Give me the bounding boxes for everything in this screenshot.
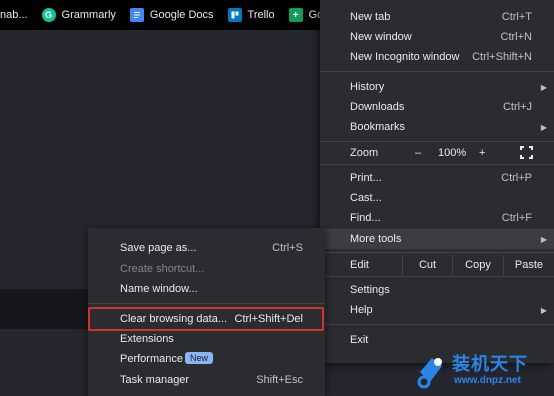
bookmark-label: nab...: [0, 9, 28, 21]
menu-label: Downloads: [350, 101, 405, 113]
menu-shortcut: Ctrl+Shift+N: [472, 51, 532, 63]
menu-label: Exit: [350, 334, 369, 346]
menu-print[interactable]: Print... Ctrl+P: [320, 168, 554, 188]
menu-divider: [320, 276, 554, 277]
menu-shortcut: Shift+Esc: [256, 374, 303, 386]
menu-label: History: [350, 81, 385, 93]
menu-label: More tools: [350, 233, 402, 245]
menu-new-incognito-window[interactable]: New Incognito window Ctrl+Shift+N: [320, 47, 554, 67]
menu-more-tools[interactable]: More tools ▶: [320, 229, 554, 249]
menu-shortcut: Ctrl+N: [500, 31, 532, 43]
menu-label: Clear browsing data...: [120, 313, 227, 325]
submenu-performance[interactable]: Performance New: [88, 349, 325, 369]
menu-help[interactable]: Help ▶: [320, 300, 554, 320]
menu-shortcut: Ctrl+P: [501, 172, 532, 184]
menu-shortcut: Ctrl+J: [502, 101, 532, 113]
submenu-clear-browsing-data[interactable]: Clear browsing data... Ctrl+Shift+Del: [88, 307, 325, 331]
menu-label: New tab: [350, 11, 391, 23]
menu-settings[interactable]: Settings: [320, 280, 554, 300]
chevron-right-icon: ▶: [540, 234, 547, 244]
menu-label: New Incognito window: [350, 51, 460, 63]
watermark-url: www.dnpz.net: [454, 375, 521, 386]
new-badge: New: [185, 352, 214, 364]
zoom-out-button[interactable]: –: [415, 147, 421, 159]
menu-cast[interactable]: Cast...: [320, 188, 554, 208]
menu-label: Bookmarks: [350, 121, 406, 133]
zoom-in-button[interactable]: +: [479, 147, 485, 159]
menu-divider: [320, 164, 554, 165]
menu-zoom-row: Zoom – 100% +: [320, 143, 554, 163]
fullscreen-icon[interactable]: [520, 146, 533, 159]
submenu-task-manager[interactable]: Task manager Shift+Esc: [88, 370, 325, 390]
menu-new-window[interactable]: New window Ctrl+N: [320, 27, 554, 47]
bookmark-partial[interactable]: nab...: [0, 0, 35, 30]
copy-button[interactable]: Copy: [452, 255, 503, 275]
submenu-create-shortcut: Create shortcut...: [88, 259, 325, 279]
menu-new-tab[interactable]: New tab Ctrl+T: [320, 7, 554, 27]
bookmark-label: Grammarly: [61, 9, 116, 21]
menu-divider: [88, 303, 325, 304]
chrome-main-menu: New tab Ctrl+T New window Ctrl+N New Inc…: [320, 0, 554, 363]
menu-label: Cast...: [350, 192, 382, 204]
site-watermark: 装机天下 www.dnpz.net: [414, 350, 554, 396]
chevron-right-icon: ▶: [540, 122, 547, 132]
menu-edit-row: Edit Cut Copy Paste: [320, 255, 554, 275]
menu-label: New window: [350, 31, 412, 43]
more-tools-submenu: Save page as... Ctrl+S Create shortcut..…: [88, 228, 325, 396]
menu-label: Name window...: [120, 283, 198, 295]
menu-label: Edit: [350, 259, 369, 271]
menu-shortcut: Ctrl+T: [501, 11, 532, 23]
menu-label: Print...: [350, 172, 382, 184]
google-sheets-icon: +: [288, 8, 303, 22]
menu-label: Find...: [350, 212, 381, 224]
cut-button[interactable]: Cut: [402, 255, 452, 275]
menu-label: Create shortcut...: [120, 263, 205, 275]
bookmark-label: Google Docs: [149, 9, 214, 21]
trello-icon: [227, 8, 242, 22]
menu-divider: [320, 141, 554, 142]
chevron-right-icon: ▶: [540, 82, 547, 92]
menu-label: Zoom: [350, 147, 379, 159]
bookmark-google-docs[interactable]: Google Docs: [123, 0, 221, 30]
menu-label: Help: [350, 304, 373, 316]
bookmark-trello[interactable]: Trello: [221, 0, 282, 30]
menu-history[interactable]: History ▶: [320, 77, 554, 97]
menu-shortcut: Ctrl+S: [272, 242, 303, 254]
chevron-right-icon: ▶: [540, 305, 547, 315]
menu-label: Save page as...: [120, 242, 197, 254]
menu-find[interactable]: Find... Ctrl+F: [320, 208, 554, 228]
menu-shortcut: Ctrl+F: [501, 212, 532, 224]
menu-label: Performance: [120, 353, 183, 365]
paste-button[interactable]: Paste: [503, 255, 554, 275]
zoom-level: 100%: [438, 147, 467, 159]
watermark-logo-icon: [417, 358, 442, 389]
bookmark-grammarly[interactable]: G Grammarly: [35, 0, 123, 30]
menu-divider: [320, 324, 554, 325]
menu-label: Task manager: [120, 374, 190, 386]
bookmark-label: Trello: [247, 9, 275, 21]
watermark-title: 装机天下: [452, 354, 528, 374]
menu-downloads[interactable]: Downloads Ctrl+J: [320, 97, 554, 117]
submenu-name-window[interactable]: Name window...: [88, 279, 325, 299]
submenu-save-page[interactable]: Save page as... Ctrl+S: [88, 238, 325, 258]
submenu-extensions[interactable]: Extensions: [88, 329, 325, 349]
menu-bookmarks[interactable]: Bookmarks ▶: [320, 117, 554, 137]
google-docs-icon: [129, 8, 144, 22]
menu-exit[interactable]: Exit: [320, 330, 554, 350]
grammarly-icon: G: [41, 8, 56, 22]
menu-shortcut: Ctrl+Shift+Del: [234, 313, 303, 325]
menu-label: Extensions: [120, 333, 174, 345]
menu-label: Settings: [350, 284, 390, 296]
menu-divider: [320, 252, 554, 253]
menu-divider: [320, 71, 554, 72]
